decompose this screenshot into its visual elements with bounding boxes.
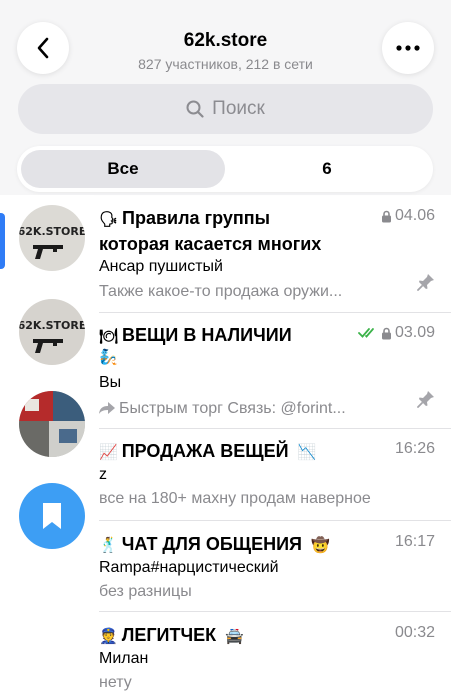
- chat-sender: z: [99, 466, 107, 483]
- genie-icon: 🧞: [99, 349, 118, 366]
- chat-sender: Ансар пушистый: [99, 258, 223, 275]
- chat-time: 04.06: [381, 207, 435, 225]
- chat-title: 🍽 ВЕЩИ В НАЛИЧИИ: [99, 322, 292, 350]
- chat-preview: все на 180+ махну продам наверное: [99, 490, 371, 507]
- avatar-sale[interactable]: [19, 391, 85, 457]
- chat-time: 16:17: [394, 533, 435, 550]
- chat-item-rules[interactable]: 🗣 Правила группы которая касается многих …: [99, 205, 435, 309]
- chat-title-text: ПРОДАЖА ВЕЩЕЙ: [121, 441, 289, 461]
- police-officer-icon: 👮: [99, 628, 118, 645]
- chat-sender: Rampa#нарцистический: [99, 559, 279, 576]
- chat-preview: Также какое-то продажа оружи...: [99, 283, 343, 300]
- chat-title: 🗣 Правила группы: [99, 205, 270, 233]
- svg-text:62K.STORE: 62K.STORE: [19, 319, 85, 332]
- chat-title-line1: Правила группы: [122, 208, 270, 228]
- chat-preview: нету: [99, 674, 132, 691]
- svg-text:62K.STORE: 62K.STORE: [19, 225, 85, 238]
- separator: [99, 312, 451, 313]
- group-subtitle: 827 участников, 212 в сети: [138, 56, 313, 72]
- chat-title: 🕺 ЧАТ ДЛЯ ОБЩЕНИЯ 🤠: [99, 531, 334, 559]
- filter-tabs: Все 6: [17, 146, 433, 192]
- chat-title-text: ВЕЩИ В НАЛИЧИИ: [122, 325, 292, 345]
- chat-preview-text: Быстрым торг Связь: @forint...: [119, 400, 346, 417]
- tab-6[interactable]: 6: [225, 150, 429, 188]
- chat-title: 👮 ЛЕГИТЧЕК 🚔: [99, 622, 248, 650]
- chat-title: 📈 ПРОДАЖА ВЕЩЕЙ 📉: [99, 438, 320, 466]
- more-button[interactable]: [382, 22, 434, 74]
- more-dots-icon: [396, 45, 420, 51]
- chat-item-sale[interactable]: 📈 ПРОДАЖА ВЕЩЕЙ 📉 16:26 z все на 180+ мах…: [99, 438, 435, 514]
- active-indicator: [0, 213, 5, 269]
- pin-icon: [417, 391, 434, 408]
- chat-time-text: 04.06: [394, 207, 435, 224]
- chat-header: 62k.store 827 участников, 212 в сети Пои…: [0, 0, 451, 195]
- avatar-saved[interactable]: [19, 483, 85, 549]
- avatar-in-stock[interactable]: 62K.STORE: [19, 299, 85, 365]
- chat-title-line2: которая касается многих: [99, 234, 322, 254]
- group-title: 62k.store: [183, 30, 268, 51]
- lock-icon: [381, 210, 391, 222]
- store-logo-image: 62K.STORE: [19, 205, 85, 271]
- lock-icon: [381, 327, 391, 339]
- tab-all[interactable]: Все: [21, 150, 225, 188]
- title-block[interactable]: 62k.store 827 участников, 212 в сети: [100, 30, 351, 72]
- search-icon: [186, 100, 204, 118]
- chart-down-icon: 📉: [297, 444, 317, 461]
- avatar-rules[interactable]: 62K.STORE: [19, 205, 85, 271]
- chat-preview: без разницы: [99, 583, 192, 600]
- chat-time: 03.09: [358, 324, 435, 342]
- pin-icon: [417, 274, 434, 291]
- forward-arrow-icon: [99, 402, 115, 414]
- topics-sidebar: 62K.STORE 62K.STORE: [0, 195, 94, 699]
- police-car-icon: 🚔: [225, 628, 244, 645]
- back-button[interactable]: [17, 22, 69, 74]
- chat-item-in-stock[interactable]: 🍽 ВЕЩИ В НАЛИЧИИ 03.09 🧞 Вы Быстрым торг …: [99, 322, 435, 422]
- separator: [99, 520, 451, 521]
- chat-item-legitcheck[interactable]: 👮 ЛЕГИТЧЕК 🚔 00:32 Милан нету: [99, 622, 435, 698]
- chat-preview: Быстрым торг Связь: @forint...: [99, 400, 346, 418]
- cowboy-icon: 🤠: [311, 537, 330, 554]
- chat-title-text: ЛЕГИТЧЕК: [121, 625, 217, 645]
- chat-sender: Милан: [99, 650, 149, 667]
- chat-title-text: ЧАТ ДЛЯ ОБЩЕНИЯ: [121, 534, 302, 554]
- chat-item-talk[interactable]: 🕺 ЧАТ ДЛЯ ОБЩЕНИЯ 🤠 16:17 Rampa#нарцистич…: [99, 531, 435, 607]
- chevron-left-icon: [37, 37, 49, 59]
- chart-up-icon: 📈: [99, 444, 118, 461]
- bookmark-icon: [43, 503, 61, 529]
- separator: [99, 428, 451, 429]
- chat-sender: Вы: [99, 374, 122, 391]
- clothes-collage-image: [19, 391, 85, 457]
- search-placeholder: Поиск: [212, 98, 265, 119]
- double-check-icon: [358, 328, 374, 338]
- search-input[interactable]: Поиск: [18, 84, 433, 134]
- speaking-head-icon: 🗣: [99, 211, 119, 228]
- chat-time: 16:26: [394, 440, 435, 457]
- dancer-icon: 🕺: [99, 537, 118, 554]
- store-logo-image: 62K.STORE: [19, 299, 85, 365]
- plate-icon: 🍽: [99, 328, 119, 345]
- chat-time: 00:32: [394, 624, 435, 641]
- chat-time-text: 03.09: [394, 324, 435, 341]
- separator: [99, 611, 451, 612]
